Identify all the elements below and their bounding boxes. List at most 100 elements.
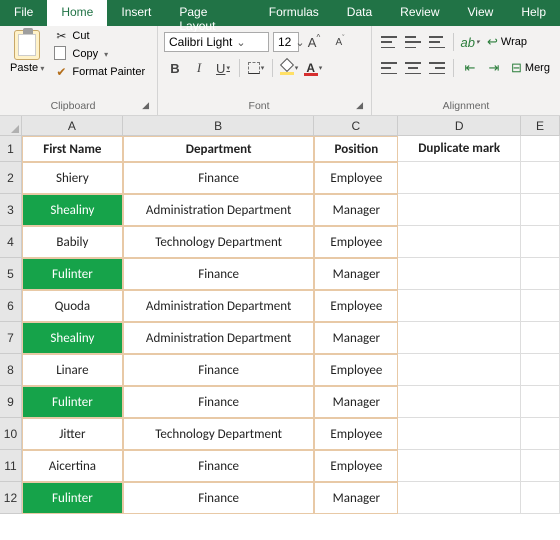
row-header[interactable]: 10 <box>0 418 22 450</box>
cell[interactable]: Manager <box>314 322 398 354</box>
row-header[interactable]: 9 <box>0 386 22 418</box>
cell[interactable] <box>521 290 560 322</box>
clipboard-launcher[interactable]: ◢ <box>140 100 151 111</box>
row-header[interactable]: 11 <box>0 450 22 482</box>
cell[interactable]: Position <box>314 136 398 162</box>
align-right-button[interactable] <box>426 58 448 78</box>
cell[interactable] <box>398 226 521 258</box>
cell[interactable] <box>398 354 521 386</box>
cell[interactable]: Administration Department <box>123 322 315 354</box>
cell[interactable]: Fulinter <box>22 482 123 514</box>
cell[interactable] <box>521 418 560 450</box>
row-header[interactable]: 4 <box>0 226 22 258</box>
col-header-E[interactable]: E <box>521 116 560 136</box>
cell[interactable]: First Name <box>22 136 123 162</box>
cell[interactable]: Manager <box>314 386 398 418</box>
font-launcher[interactable]: ◢ <box>354 100 365 111</box>
cell[interactable] <box>521 162 560 194</box>
cell[interactable]: Employee <box>314 418 398 450</box>
cell[interactable]: Employee <box>314 354 398 386</box>
cell[interactable]: Duplicate mark <box>398 136 521 162</box>
cell[interactable]: Shealiny <box>22 322 123 354</box>
cell[interactable]: Shealiny <box>22 194 123 226</box>
align-middle-button[interactable] <box>402 32 424 52</box>
cell[interactable] <box>521 226 560 258</box>
row-header[interactable]: 8 <box>0 354 22 386</box>
cell[interactable]: Employee <box>314 450 398 482</box>
cell[interactable] <box>398 482 521 514</box>
menu-tab-data[interactable]: Data <box>333 0 386 26</box>
cell[interactable] <box>398 258 521 290</box>
col-header-D[interactable]: D <box>398 116 521 136</box>
cell[interactable] <box>398 162 521 194</box>
shrink-font-button[interactable]: Aˇ <box>329 32 351 52</box>
cell[interactable] <box>398 418 521 450</box>
row-header[interactable]: 6 <box>0 290 22 322</box>
cell[interactable] <box>398 386 521 418</box>
font-color-button[interactable]: A <box>302 58 324 78</box>
menu-tab-help[interactable]: Help <box>507 0 560 26</box>
cell[interactable]: Administration Department <box>123 194 315 226</box>
cell[interactable]: Administration Department <box>123 290 315 322</box>
fill-color-button[interactable] <box>278 58 300 78</box>
cell[interactable]: Manager <box>314 194 398 226</box>
align-bottom-button[interactable] <box>426 32 448 52</box>
cell[interactable]: Jitter <box>22 418 123 450</box>
cell[interactable]: Employee <box>314 226 398 258</box>
cell[interactable] <box>398 290 521 322</box>
menu-tab-review[interactable]: Review <box>386 0 453 26</box>
menu-tab-page-layout[interactable]: Page Layout <box>165 0 254 26</box>
cell[interactable]: Department <box>123 136 315 162</box>
merge-button[interactable]: ⊟ Merg <box>507 60 554 76</box>
copy-button[interactable]: Copy ▾ <box>52 46 147 62</box>
menu-tab-file[interactable]: File <box>0 0 47 26</box>
cell[interactable] <box>521 386 560 418</box>
row-header[interactable]: 7 <box>0 322 22 354</box>
col-header-B[interactable]: B <box>123 116 315 136</box>
cell[interactable] <box>521 482 560 514</box>
row-header[interactable]: 12 <box>0 482 22 514</box>
cell[interactable]: Aicertina <box>22 450 123 482</box>
cell[interactable] <box>521 194 560 226</box>
format-painter-button[interactable]: ✔ Format Painter <box>52 64 147 80</box>
italic-button[interactable]: I <box>188 58 210 78</box>
col-header-C[interactable]: C <box>314 116 398 136</box>
cell[interactable] <box>398 322 521 354</box>
cell[interactable]: Linare <box>22 354 123 386</box>
col-header-A[interactable]: A <box>22 116 123 136</box>
cell[interactable]: Manager <box>314 258 398 290</box>
row-header[interactable]: 5 <box>0 258 22 290</box>
font-size-select[interactable]: 12 <box>273 32 299 52</box>
cell[interactable]: Finance <box>123 386 315 418</box>
align-left-button[interactable] <box>378 58 400 78</box>
cell[interactable]: Babily <box>22 226 123 258</box>
cell[interactable] <box>521 322 560 354</box>
cell[interactable]: Employee <box>314 162 398 194</box>
cell[interactable] <box>521 136 560 162</box>
underline-button[interactable]: U <box>212 58 234 78</box>
row-header[interactable]: 1 <box>0 136 22 162</box>
paste-button[interactable]: Paste <box>6 28 48 99</box>
indent-increase-button[interactable]: ⇥ <box>483 58 505 78</box>
orientation-button[interactable]: ab <box>459 32 481 52</box>
wrap-text-button[interactable]: ↩ Wrap <box>483 34 531 50</box>
cell[interactable]: Quoda <box>22 290 123 322</box>
cell[interactable]: Fulinter <box>22 386 123 418</box>
indent-decrease-button[interactable]: ⇤ <box>459 58 481 78</box>
cell[interactable]: Shiery <box>22 162 123 194</box>
cell[interactable]: Finance <box>123 450 315 482</box>
menu-tab-view[interactable]: View <box>454 0 508 26</box>
row-header[interactable]: 3 <box>0 194 22 226</box>
align-center-button[interactable] <box>402 58 424 78</box>
cell[interactable]: Finance <box>123 354 315 386</box>
cell[interactable]: Manager <box>314 482 398 514</box>
cell[interactable]: Fulinter <box>22 258 123 290</box>
menu-tab-formulas[interactable]: Formulas <box>255 0 333 26</box>
bold-button[interactable]: B <box>164 58 186 78</box>
grow-font-button[interactable]: A^ <box>303 32 325 52</box>
menu-tab-insert[interactable]: Insert <box>107 0 165 26</box>
cell[interactable] <box>521 354 560 386</box>
cut-button[interactable]: ✂ Cut <box>52 28 147 44</box>
cell[interactable] <box>521 258 560 290</box>
cell[interactable]: Employee <box>314 290 398 322</box>
